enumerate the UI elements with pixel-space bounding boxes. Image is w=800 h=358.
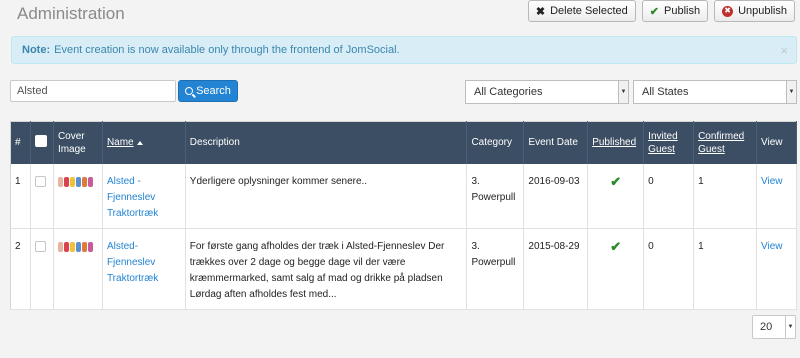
confirmed-guest-cell: 1 [693,228,758,310]
chevron-down-icon: ▼ [786,81,796,103]
sort-ascending-icon [136,140,143,145]
table-header-row: # Cover Image Name Description Category … [10,121,797,164]
event-name-cell: Alsted -Fjenneslev Traktortræk [102,163,186,229]
event-date-cell: 2015-08-29 [523,228,589,310]
publish-label: Publish [664,5,701,17]
sort-name-link[interactable]: Name [107,137,134,148]
col-published[interactable]: Published [587,121,645,164]
checkmark-icon: ✔ [649,5,659,18]
published-cell: ✔ [587,163,645,229]
event-name-link[interactable]: Alsted-Fjenneslev Traktortræk [107,241,158,284]
unpublish-icon: ✖ [722,5,734,17]
search-input[interactable] [10,80,176,102]
unpublish-label: Unpublish [738,5,787,17]
col-description: Description [185,121,468,164]
row-number: 1 [10,163,31,229]
event-date-cell: 2016-09-03 [523,163,589,229]
page-limit-select[interactable]: 20 ▼ [752,315,796,339]
search-button-label: Search [196,85,231,97]
col-confirmed-guest[interactable]: Confirmed Guest [693,121,758,164]
view-cell: View [756,163,797,229]
chevron-down-icon: ▼ [785,316,795,338]
row-select-cell [30,228,54,310]
category-cell: 3. Powerpull [466,228,525,310]
info-alert: Note: Event creation is now available on… [11,36,797,64]
view-link[interactable]: View [761,241,783,252]
alert-prefix: Note: [22,44,51,56]
published-check-icon[interactable]: ✔ [610,174,621,189]
table-row: 1 Alsted -Fjenneslev Traktortræk Yderlig… [10,163,797,229]
sort-invited-link[interactable]: Invited Guest [648,131,677,155]
row-checkbox[interactable] [34,240,46,252]
state-select-value: All States [642,86,689,98]
view-cell: View [756,228,797,310]
chevron-down-icon: ▼ [618,81,628,103]
alert-message: Event creation is now available only thr… [54,44,400,56]
sort-confirmed-link[interactable]: Confirmed Guest [698,131,744,155]
row-checkbox[interactable] [34,175,46,187]
published-check-icon[interactable]: ✔ [610,239,621,254]
close-icon: ✖ [535,5,546,18]
state-select[interactable]: All States ▼ [633,80,797,104]
category-select-value: All Categories [474,86,543,98]
col-name[interactable]: Name [102,121,186,164]
cover-image-cell [53,163,103,229]
search-button[interactable]: Search [178,80,238,102]
confirmed-guest-cell: 1 [693,163,758,229]
col-select-all [30,121,54,164]
category-cell: 3. Powerpull [466,163,525,229]
sort-published-link[interactable]: Published [592,137,636,148]
category-select[interactable]: All Categories ▼ [465,80,629,104]
event-name-cell: Alsted-Fjenneslev Traktortræk [102,228,186,310]
view-link[interactable]: View [761,176,783,187]
close-icon[interactable]: × [780,43,788,58]
page-limit-value: 20 [760,321,773,333]
row-number: 2 [10,228,31,310]
events-table: # Cover Image Name Description Category … [10,121,797,310]
col-number: # [10,121,31,164]
cover-image-thumbnail[interactable] [57,240,98,254]
invited-guest-cell: 0 [643,163,695,229]
select-all-checkbox[interactable] [34,134,47,147]
row-select-cell [30,163,54,229]
delete-selected-button[interactable]: ✖ Delete Selected [527,0,636,22]
cover-image-thumbnail[interactable] [57,175,98,189]
unpublish-button[interactable]: ✖ Unpublish [714,0,795,22]
col-event-date: Event Date [523,121,589,164]
col-invited-guest[interactable]: Invited Guest [643,121,695,164]
toolbar: ✖ Delete Selected ✔ Publish ✖ Unpublish [527,0,795,22]
description-cell: For første gang afholdes der træk i Alst… [185,228,468,310]
delete-selected-label: Delete Selected [550,5,628,17]
invited-guest-cell: 0 [643,228,695,310]
description-cell: Yderligere oplysninger kommer senere.. [185,163,468,229]
page-title: Administration [17,4,125,23]
col-view: View [756,121,797,164]
table-row: 2 Alsted-Fjenneslev Traktortræk For førs… [10,228,797,310]
col-category: Category [466,121,525,164]
event-name-link[interactable]: Alsted -Fjenneslev Traktortræk [107,176,158,219]
col-cover-image: Cover Image [53,121,103,164]
search-icon [185,87,194,95]
cover-image-cell [53,228,103,310]
publish-button[interactable]: ✔ Publish [641,0,709,22]
published-cell: ✔ [587,228,645,310]
